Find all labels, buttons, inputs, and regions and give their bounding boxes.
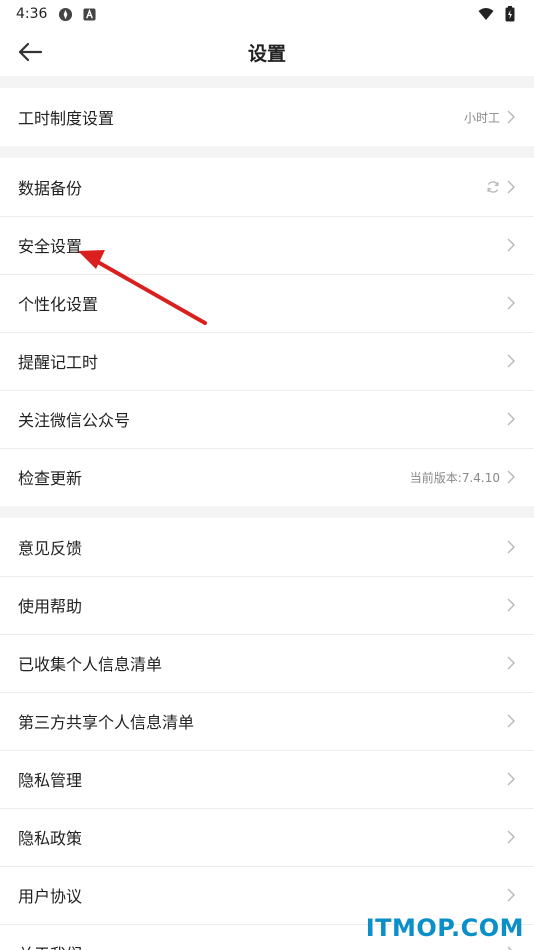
page-title: 设置 xyxy=(247,42,286,65)
settings-item-third-party-sharing[interactable]: 第三方共享个人信息清单 xyxy=(0,692,534,750)
settings-item-work-reminder[interactable]: 提醒记工时 xyxy=(0,332,534,390)
chevron-right-icon xyxy=(506,238,516,252)
chevron-right-icon xyxy=(506,354,516,368)
app-bar: 设置 xyxy=(0,28,534,76)
settings-item-personalization[interactable]: 个性化设置 xyxy=(0,274,534,332)
settings-item-feedback[interactable]: 意见反馈 xyxy=(0,518,534,576)
settings-item-label: 隐私管理 xyxy=(18,771,83,790)
settings-item-label: 数据备份 xyxy=(18,179,83,198)
settings-item-follow-wechat[interactable]: 关注微信公众号 xyxy=(0,390,534,448)
arrow-left-icon xyxy=(18,42,43,62)
chevron-right-icon xyxy=(506,946,516,950)
settings-item-label: 个性化设置 xyxy=(18,295,99,314)
chevron-right-icon xyxy=(506,470,516,484)
chevron-right-icon xyxy=(506,888,516,902)
settings-item-work-hour-system[interactable]: 工时制度设置 小时工 xyxy=(0,88,534,146)
app-notification-icon xyxy=(57,6,73,22)
chevron-right-icon xyxy=(506,540,516,554)
settings-item-value: 当前版本:7.4.10 xyxy=(409,470,500,485)
chevron-right-icon xyxy=(506,180,516,194)
section-gap xyxy=(0,506,534,518)
settings-item-label: 用户协议 xyxy=(18,887,83,906)
chevron-right-icon xyxy=(506,412,516,426)
settings-item-help[interactable]: 使用帮助 xyxy=(0,576,534,634)
settings-item-label: 隐私政策 xyxy=(18,829,83,848)
chevron-right-icon xyxy=(506,772,516,786)
settings-item-value: 小时工 xyxy=(463,110,500,125)
chevron-right-icon xyxy=(506,656,516,670)
settings-item-label: 提醒记工时 xyxy=(18,353,99,372)
settings-item-label: 检查更新 xyxy=(18,469,83,488)
settings-group-general: 数据备份 安全设置 个性化设置 提醒记工时 关注微信公众号 检查更新 当前版本:… xyxy=(0,158,534,506)
settings-item-label: 安全设置 xyxy=(18,237,83,256)
chevron-right-icon xyxy=(506,830,516,844)
settings-item-label: 第三方共享个人信息清单 xyxy=(18,713,195,732)
settings-item-collected-info-list[interactable]: 已收集个人信息清单 xyxy=(0,634,534,692)
settings-item-privacy-management[interactable]: 隐私管理 xyxy=(0,750,534,808)
settings-item-label: 关注微信公众号 xyxy=(18,411,131,430)
settings-item-security[interactable]: 安全设置 xyxy=(0,216,534,274)
settings-group-work: 工时制度设置 小时工 xyxy=(0,88,534,146)
watermark: ITMOP.COM xyxy=(365,914,524,942)
keyboard-a-icon xyxy=(81,6,97,22)
settings-item-label: 意见反馈 xyxy=(18,539,83,558)
status-bar: 4:36 xyxy=(0,0,534,28)
wifi-icon xyxy=(478,6,494,22)
settings-item-label: 工时制度设置 xyxy=(18,109,115,128)
battery-icon xyxy=(502,6,518,22)
settings-item-label: 使用帮助 xyxy=(18,597,83,616)
sync-icon xyxy=(486,180,500,194)
back-button[interactable] xyxy=(0,28,60,76)
settings-item-check-update[interactable]: 检查更新 当前版本:7.4.10 xyxy=(0,448,534,506)
chevron-right-icon xyxy=(506,714,516,728)
chevron-right-icon xyxy=(506,110,516,124)
settings-item-data-backup[interactable]: 数据备份 xyxy=(0,158,534,216)
section-gap xyxy=(0,76,534,88)
settings-item-label: 关于我们 xyxy=(18,941,506,950)
status-time: 4:36 xyxy=(16,6,48,22)
chevron-right-icon xyxy=(506,598,516,612)
chevron-right-icon xyxy=(506,296,516,310)
settings-group-about: 意见反馈 使用帮助 已收集个人信息清单 第三方共享个人信息清单 隐私管理 隐私政… xyxy=(0,518,534,950)
settings-item-label: 已收集个人信息清单 xyxy=(18,655,163,674)
settings-item-privacy-policy[interactable]: 隐私政策 xyxy=(0,808,534,866)
section-gap xyxy=(0,146,534,158)
